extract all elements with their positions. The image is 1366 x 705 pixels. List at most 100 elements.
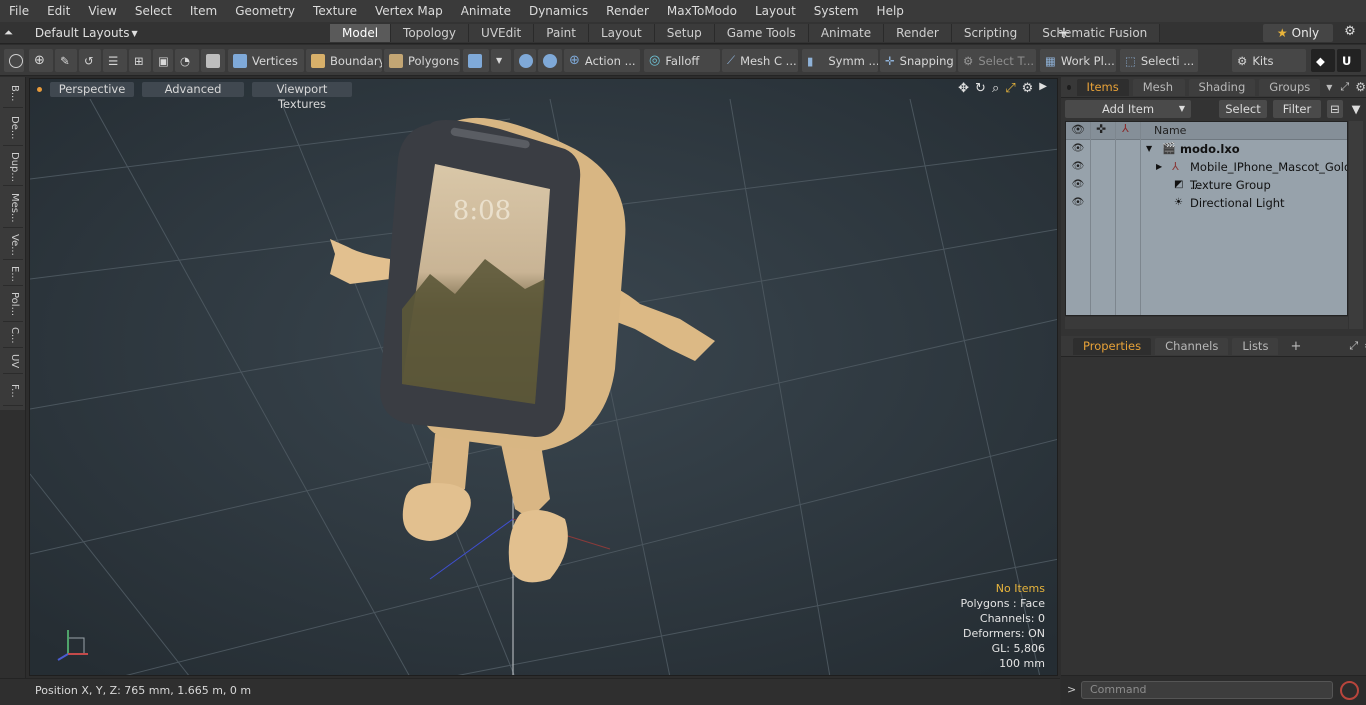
add-tab-plus-icon[interactable]: + (1290, 339, 1301, 354)
left-tab-basic[interactable]: B... (3, 80, 23, 108)
timer-button[interactable]: ◔ (175, 49, 199, 72)
menu-item[interactable]: Item (181, 0, 226, 22)
left-tab-deform[interactable]: De... (3, 110, 23, 146)
tab-paint[interactable]: Paint (534, 24, 589, 42)
menu-texture[interactable]: Texture (304, 0, 366, 22)
polygons-button[interactable]: Polygons (384, 49, 460, 72)
funnel-icon[interactable]: ▼ (1349, 100, 1363, 118)
tab-setup[interactable]: Setup (654, 24, 715, 42)
perspective-dropdown[interactable]: Perspective (50, 81, 134, 97)
vertices-button[interactable]: Vertices (228, 49, 304, 72)
mesh-constraint-button[interactable]: ⟋ Mesh C ... (722, 49, 798, 72)
eye-icon[interactable]: 👁 (1071, 158, 1085, 176)
left-tab-uv[interactable]: UV (3, 350, 23, 374)
left-tab-edge[interactable]: E... (3, 262, 23, 286)
left-tab-curve[interactable]: C... (3, 324, 23, 348)
menu-file[interactable]: File (0, 0, 38, 22)
tab-lists[interactable]: Lists (1232, 337, 1279, 355)
frame-button[interactable]: ▣ (153, 49, 173, 72)
tree-row-directional-light[interactable]: 👁 ☀ Directional Light (1066, 194, 1347, 212)
pan-icon[interactable]: ✥ (958, 81, 969, 96)
menu-system[interactable]: System (805, 0, 868, 22)
rotate-icon[interactable]: ↻ (975, 81, 986, 96)
eye-icon[interactable]: 👁 (1071, 176, 1085, 194)
selection-sets-button[interactable]: ⬚ Selecti ... (1120, 49, 1198, 72)
layout-selector[interactable]: ⏶ Default Layouts ▼ (4, 22, 138, 44)
tab-layout[interactable]: Layout (588, 24, 655, 42)
left-tab-duplicate[interactable]: Dup... (3, 148, 23, 186)
left-tab-fusion[interactable]: F... (3, 376, 23, 406)
pen-button[interactable]: ✎ (55, 49, 77, 72)
tab-model[interactable]: Model (330, 24, 392, 42)
align-button[interactable]: ☰ (103, 49, 127, 72)
record-macro-icon[interactable] (1340, 681, 1359, 700)
select-circle-button[interactable] (4, 49, 24, 72)
material-button[interactable] (463, 49, 489, 72)
menu-render[interactable]: Render (597, 0, 658, 22)
tree-row-scene[interactable]: 👁 ▼ 🎬 modo.lxo (1066, 140, 1347, 158)
select-button[interactable]: Select (1219, 100, 1267, 118)
3d-viewport[interactable]: 8:08 Perspective Advanced Viewport Textu… (29, 78, 1058, 676)
snapping-button[interactable]: ✛ Snapping (880, 49, 956, 72)
kits-button[interactable]: ⚙ Kits (1232, 49, 1306, 72)
menu-animate[interactable]: Animate (452, 0, 520, 22)
visibility-column-icon[interactable]: 👁 (1071, 123, 1085, 136)
select-through-button[interactable]: ⚙ Select T... (958, 49, 1036, 72)
expand-icon[interactable]: ⤢ (1349, 339, 1358, 353)
tab-topology[interactable]: Topology (391, 24, 470, 42)
item-mode-button[interactable] (201, 49, 225, 72)
tab-items[interactable]: Items (1076, 78, 1129, 96)
tree-row-mesh[interactable]: 👁 ▶ ⅄ Mobile_IPhone_Mascot_Gold ... (1066, 158, 1347, 192)
material-dropdown[interactable]: ▼ (491, 49, 511, 72)
falloff-button[interactable]: ◎ Falloff (644, 49, 720, 72)
snap-b-button[interactable] (538, 49, 562, 72)
tab-game-tools[interactable]: Game Tools (714, 24, 809, 42)
tab-shading[interactable]: Shading (1188, 78, 1256, 96)
shading-mode-dropdown[interactable]: Advanced (142, 81, 244, 97)
left-tab-mesh[interactable]: Mes... (3, 188, 23, 228)
play-icon[interactable]: ▶ (1039, 81, 1047, 96)
tab-properties[interactable]: Properties (1073, 337, 1152, 355)
tab-mesh[interactable]: Mesh ... (1132, 78, 1185, 111)
left-tab-vertex[interactable]: Ve... (3, 230, 23, 260)
menu-layout[interactable]: Layout (746, 0, 805, 22)
eye-icon[interactable]: 👁 (1071, 140, 1085, 158)
unreal-button[interactable]: U (1337, 49, 1361, 72)
tree-row-texture-group[interactable]: 👁 ◩ Texture Group (1066, 176, 1347, 194)
unity-button[interactable]: ◆ (1311, 49, 1335, 72)
tab-schematic-fusion[interactable]: Schematic Fusion (1030, 24, 1161, 42)
work-plane-button[interactable]: ▦ Work Pl... (1040, 49, 1116, 72)
gear-icon[interactable]: ⚙ (1355, 80, 1366, 94)
zoom-icon[interactable]: ⌕ (992, 81, 999, 96)
eye-icon[interactable]: 👁 (1071, 194, 1085, 212)
action-center-button[interactable]: ⊕ Action ... (564, 49, 640, 72)
globe-button[interactable]: ⊕ (29, 49, 53, 72)
gear-icon[interactable]: ⚙ (1340, 24, 1360, 42)
symmetry-button[interactable]: ▮ Symm ... (802, 49, 878, 72)
expand-arrow-icon[interactable]: ▼ (1146, 140, 1152, 158)
add-item-button[interactable]: Add Item ▼ (1065, 100, 1191, 118)
gear-icon[interactable]: ⚙ (1022, 81, 1034, 96)
lock-column-icon[interactable]: ✜ (1096, 122, 1106, 136)
fit-icon[interactable]: ⤢ (1005, 81, 1015, 96)
tree-horizontal-scrollbar[interactable] (1065, 317, 1348, 329)
filter-button[interactable]: Filter (1273, 100, 1321, 118)
tab-uvedit[interactable]: UVEdit (469, 24, 535, 42)
snap-a-button[interactable] (514, 49, 536, 72)
menu-select[interactable]: Select (126, 0, 181, 22)
menu-geometry[interactable]: Geometry (226, 0, 304, 22)
tab-groups[interactable]: Groups (1259, 78, 1321, 96)
only-button[interactable]: ★ Only (1263, 24, 1333, 42)
menu-view[interactable]: View (79, 0, 125, 22)
tab-channels[interactable]: Channels (1155, 337, 1229, 355)
expand-icon[interactable]: ⤢ (1340, 80, 1349, 94)
tab-animate[interactable]: Animate (808, 24, 885, 42)
collapsed-arrow-icon[interactable]: ▶ (1156, 158, 1162, 176)
render-column-icon[interactable]: ⅄ (1122, 122, 1129, 135)
grid-button[interactable]: ⊞ (129, 49, 151, 72)
collapse-icon[interactable]: ⊟ (1327, 100, 1343, 118)
menu-dynamics[interactable]: Dynamics (520, 0, 597, 22)
viewport-textures-dropdown[interactable]: Viewport Textures (252, 81, 352, 111)
tab-scripting[interactable]: Scripting (951, 24, 1031, 42)
left-tab-polygon[interactable]: Pol... (3, 288, 23, 322)
